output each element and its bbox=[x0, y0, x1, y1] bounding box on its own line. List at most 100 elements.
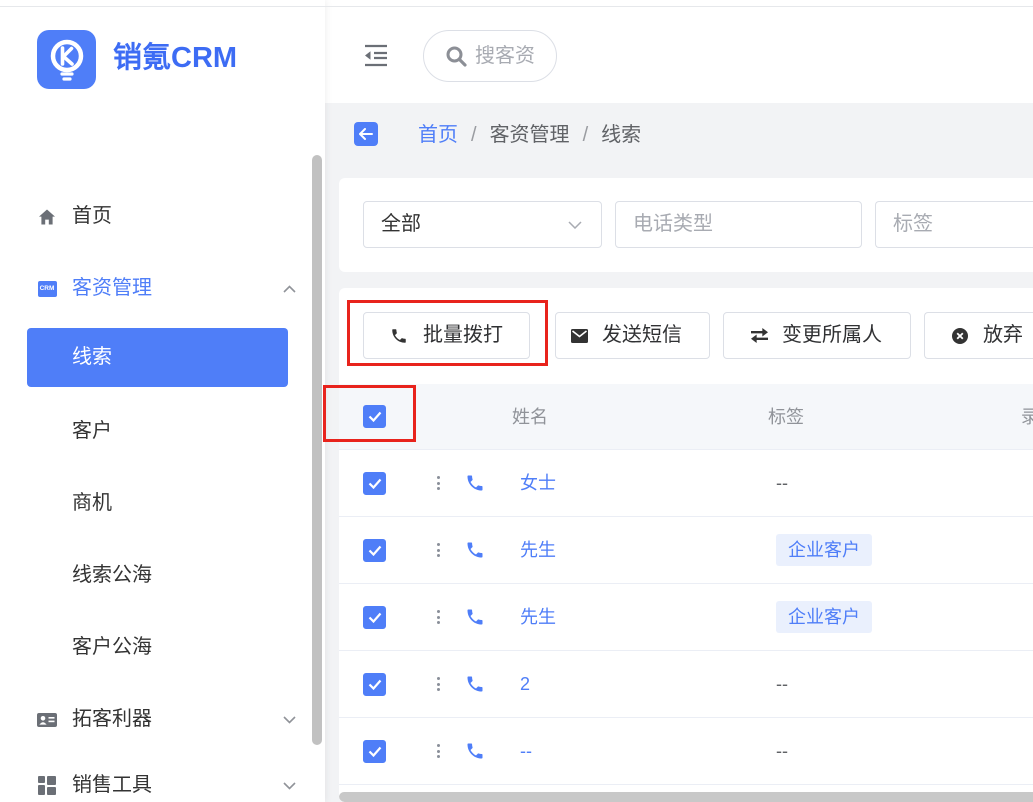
more-vertical-icon[interactable] bbox=[435, 742, 441, 760]
column-header-name[interactable]: 姓名 bbox=[512, 384, 548, 450]
abandon-label: 放弃 bbox=[983, 324, 1023, 346]
sidebar-item-label: 拓客利器 bbox=[72, 708, 152, 730]
breadcrumb-home[interactable]: 首页 bbox=[418, 121, 458, 149]
table-row: 2 -- bbox=[339, 651, 1033, 718]
change-owner-label: 变更所属人 bbox=[782, 324, 882, 346]
lead-tag: -- bbox=[776, 473, 788, 493]
sidebar-scrollbar[interactable] bbox=[312, 155, 322, 745]
table-row: 先生 企业客户 bbox=[339, 584, 1033, 651]
search-icon bbox=[446, 46, 467, 67]
lead-tag: 企业客户 bbox=[776, 534, 872, 566]
tag-field[interactable] bbox=[875, 201, 1033, 248]
lead-name-link[interactable]: 先生 bbox=[520, 517, 556, 583]
select-all-checkbox[interactable] bbox=[363, 405, 386, 428]
top-divider bbox=[0, 6, 1033, 7]
lead-tag: 企业客户 bbox=[776, 601, 872, 633]
phone-type-field[interactable] bbox=[615, 201, 862, 248]
sidebar-item-label: 线索公海 bbox=[72, 564, 152, 586]
sidebar-item-label: 线索 bbox=[72, 346, 112, 368]
sidebar-item-label: 首页 bbox=[72, 205, 112, 227]
lead-name-link[interactable]: 2 bbox=[520, 651, 530, 717]
sidebar-item-lead-pool[interactable]: 线索公海 bbox=[27, 546, 288, 605]
breadcrumb-customer-management[interactable]: 客资管理 bbox=[490, 121, 570, 149]
table-row: 女士 -- bbox=[339, 450, 1033, 517]
row-checkbox[interactable] bbox=[363, 539, 386, 562]
sidebar-item-label: 商机 bbox=[72, 492, 112, 514]
menu-fold-icon[interactable] bbox=[363, 43, 389, 67]
sidebar-item-label: 销售工具 bbox=[72, 774, 152, 796]
more-vertical-icon[interactable] bbox=[435, 608, 441, 626]
sidebar-item-label: 客户 bbox=[72, 420, 112, 442]
close-circle-icon bbox=[952, 313, 968, 358]
phone-icon[interactable] bbox=[465, 741, 485, 761]
chevron-down-icon[interactable] bbox=[281, 690, 297, 749]
crm-icon: CRM bbox=[37, 259, 57, 318]
row-checkbox[interactable] bbox=[363, 673, 386, 696]
sidebar-item-customer-management[interactable]: CRM 客资管理 bbox=[27, 259, 296, 318]
horizontal-scrollbar[interactable] bbox=[339, 792, 1033, 802]
sidebar: 销氪CRM 首页 CRM 客资管理 线索 客户 商机 线索公海 客户公海 拓客利… bbox=[0, 0, 325, 802]
send-sms-button[interactable]: 发送短信 bbox=[555, 312, 710, 359]
more-vertical-icon[interactable] bbox=[435, 474, 441, 492]
scope-select[interactable]: 全部 bbox=[363, 201, 602, 248]
grid-icon bbox=[37, 756, 57, 802]
more-vertical-icon[interactable] bbox=[435, 675, 441, 693]
lead-name-link[interactable]: 先生 bbox=[520, 584, 556, 650]
sidebar-item-home[interactable]: 首页 bbox=[27, 187, 288, 246]
phone-icon bbox=[390, 313, 408, 358]
main-content: 首页 / 客资管理 / 线索 全部 电话类型 标签 批量拨打 发送短信 变更所属… bbox=[325, 103, 1033, 802]
top-header bbox=[325, 0, 1033, 103]
home-icon bbox=[37, 187, 57, 246]
table-row: -- -- bbox=[339, 718, 1033, 785]
table-row: 先生 企业客户 bbox=[339, 517, 1033, 584]
lead-tag: -- bbox=[776, 741, 788, 761]
sidebar-item-sales-tools[interactable]: 销售工具 bbox=[27, 756, 296, 802]
chevron-down-icon bbox=[568, 202, 582, 247]
column-header-tag[interactable]: 标签 bbox=[768, 384, 804, 450]
table-header: 姓名 标签 录 bbox=[339, 384, 1033, 450]
sidebar-item-customer-pool[interactable]: 客户公海 bbox=[27, 618, 288, 677]
leads-table-card: 批量拨打 发送短信 变更所属人 放弃 姓名 标签 录 女士 -- 先生 企业客户… bbox=[339, 288, 1033, 802]
column-header-record[interactable]: 录 bbox=[1021, 384, 1033, 450]
more-vertical-icon[interactable] bbox=[435, 541, 441, 559]
brand-logo-icon[interactable] bbox=[37, 30, 96, 89]
lead-tag: -- bbox=[776, 674, 788, 694]
sidebar-item-customers[interactable]: 客户 bbox=[27, 402, 288, 461]
breadcrumb-current: 线索 bbox=[601, 124, 642, 146]
phone-type-input[interactable] bbox=[633, 210, 848, 239]
brand-name: 销氪CRM bbox=[113, 42, 238, 74]
change-owner-button[interactable]: 变更所属人 bbox=[723, 312, 911, 359]
chevron-down-icon[interactable] bbox=[281, 756, 297, 802]
sidebar-item-leads[interactable]: 线索 bbox=[27, 328, 288, 387]
lead-name-link[interactable]: 女士 bbox=[520, 450, 556, 516]
sidebar-item-prospecting-tools[interactable]: 拓客利器 bbox=[27, 690, 296, 749]
id-card-icon bbox=[37, 690, 57, 749]
row-checkbox[interactable] bbox=[363, 472, 386, 495]
phone-icon[interactable] bbox=[465, 473, 485, 493]
phone-icon[interactable] bbox=[465, 540, 485, 560]
sidebar-item-label: 客户公海 bbox=[72, 636, 152, 658]
batch-call-label: 批量拨打 bbox=[423, 324, 503, 346]
row-checkbox[interactable] bbox=[363, 606, 386, 629]
search-input[interactable] bbox=[475, 42, 553, 70]
breadcrumb-separator: / bbox=[471, 124, 477, 146]
lead-name-link[interactable]: -- bbox=[520, 718, 532, 784]
abandon-button[interactable]: 放弃 bbox=[924, 312, 1033, 359]
back-arrow-icon[interactable] bbox=[354, 122, 378, 146]
row-checkbox[interactable] bbox=[363, 740, 386, 763]
send-sms-label: 发送短信 bbox=[602, 324, 682, 346]
app-window: 销氪CRM 首页 CRM 客资管理 线索 客户 商机 线索公海 客户公海 拓客利… bbox=[0, 0, 1033, 802]
sidebar-item-label: 客资管理 bbox=[72, 277, 152, 299]
sidebar-item-opportunities[interactable]: 商机 bbox=[27, 474, 288, 533]
batch-call-button[interactable]: 批量拨打 bbox=[363, 312, 530, 359]
chevron-up-icon[interactable] bbox=[281, 259, 297, 318]
mail-icon bbox=[571, 313, 588, 358]
breadcrumb: 首页 / 客资管理 / 线索 bbox=[418, 121, 641, 149]
swap-icon bbox=[750, 313, 769, 358]
crm-icon-text: CRM bbox=[37, 280, 57, 297]
filter-card: 全部 bbox=[339, 178, 1033, 272]
tag-input[interactable] bbox=[893, 210, 1028, 239]
phone-icon[interactable] bbox=[465, 607, 485, 627]
phone-icon[interactable] bbox=[465, 674, 485, 694]
search-box[interactable] bbox=[423, 30, 557, 82]
